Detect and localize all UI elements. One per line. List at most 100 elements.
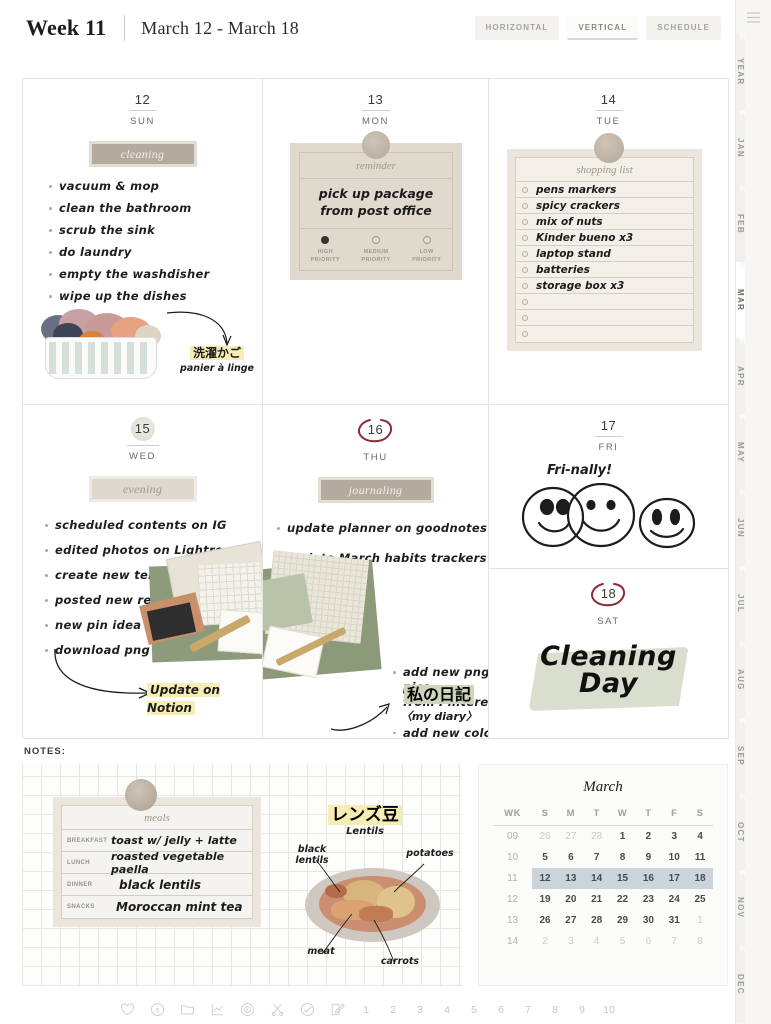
calendar-day[interactable]: 10 [661,847,687,868]
sidebar-item-jun[interactable]: JUN [736,490,745,566]
edit-icon[interactable] [330,1002,345,1017]
list-item[interactable]: laptop stand [516,246,693,262]
list-item-empty[interactable] [516,310,693,326]
calendar-day[interactable]: 12 [532,868,558,889]
calendar-day[interactable]: 15 [609,868,636,889]
checkbox-icon[interactable] [522,298,528,305]
calendar-day[interactable]: 30 [635,910,661,931]
day-cell-saturday[interactable]: 18 SAT Cleaning Day [489,569,729,739]
checkbox-icon[interactable] [522,250,528,257]
list-item-empty[interactable] [516,294,693,310]
radio-dot[interactable] [372,235,380,244]
day-cell-tuesday[interactable]: 14 TUE shopping list pens markers spicy … [489,79,729,405]
calendar-day[interactable]: 7 [584,847,610,868]
folder-icon[interactable] [180,1002,195,1017]
list-item[interactable]: wipe up the dishes [49,289,262,303]
sidebar-item-nov[interactable]: NOV [736,870,745,946]
list-item[interactable]: scheduled contents on IG [45,518,262,532]
category-pill-cleaning[interactable]: cleaning [88,141,197,167]
meals-card[interactable]: meals BREAKFAST toast w/ jelly + latte L… [53,797,261,927]
calendar-day[interactable]: 19 [532,889,558,910]
list-item[interactable]: Kinder bueno x3 [516,230,693,246]
calendar-day[interactable]: 21 [584,889,610,910]
list-item[interactable]: empty the washdisher [49,267,262,281]
day-cell-sunday[interactable]: 12 SUN cleaning vacuum & mop clean the b… [23,79,263,405]
checkbox-icon[interactable] [522,218,528,225]
day-cell-wednesday[interactable]: 15 WED evening scheduled contents on IG … [23,405,263,739]
calendar-day[interactable]: 1 [610,826,636,848]
calendar-day[interactable]: 26 [532,910,558,931]
calendar-day[interactable]: 3 [661,826,687,848]
page-number[interactable]: 10 [603,1004,615,1016]
sidebar-item-may[interactable]: MAY [736,414,745,490]
mini-calendar[interactable]: March WK S M T W T F S 09 26 27 28 1 2 3 [478,764,728,986]
table-row[interactable]: SNACKS Moroccan mint tea [62,896,252,918]
hamburger-icon[interactable] [736,0,771,34]
list-item[interactable]: add new colorpalette [393,726,488,738]
calendar-day[interactable]: 17 [661,868,688,889]
page-number[interactable]: 8 [549,1004,561,1016]
checkbox-icon[interactable] [522,314,528,321]
shopping-list-card[interactable]: shopping list pens markers spicy cracker… [507,149,702,351]
day-cell-thursday[interactable]: 16 THU journaling update planner on good… [263,405,489,739]
sidebar-item-jan[interactable]: JAN [736,110,745,186]
sidebar-item-sep[interactable]: SEP [736,718,745,794]
tab-horizontal[interactable]: HORIZONTAL [474,16,560,40]
target-icon[interactable] [240,1002,255,1017]
page-number[interactable]: 6 [495,1004,507,1016]
day-cell-friday[interactable]: 17 FRI Fri-nally! [489,405,729,569]
page-number[interactable]: 1 [360,1004,372,1016]
table-row[interactable]: 10 5 6 7 8 9 10 11 [493,847,713,868]
list-item[interactable]: pens markers [516,182,693,198]
radio-dot-selected[interactable] [321,235,330,244]
heart-icon[interactable] [120,1002,135,1017]
list-item[interactable]: batteries [516,262,693,278]
priority-option-low[interactable]: LOW PRIORITY [401,235,452,265]
calendar-day[interactable]: 28 [584,826,610,848]
list-item-empty[interactable] [516,326,693,342]
radio-dot[interactable] [422,235,431,244]
sidebar-item-oct[interactable]: OCT [736,794,745,870]
dollar-icon[interactable]: $ [150,1002,165,1017]
check-icon[interactable] [300,1002,315,1017]
checkbox-icon[interactable] [522,202,528,209]
reminder-card[interactable]: reminder pick up package from post office… [290,143,462,281]
list-item[interactable]: storage box x3 [516,278,693,294]
sidebar-item-jul[interactable]: JUL [736,566,745,642]
reminder-body[interactable]: pick up package from post office [300,179,452,229]
table-row-current-week[interactable]: 11 12 13 14 15 16 17 18 [493,868,713,889]
checkbox-icon[interactable] [522,234,528,241]
calendar-day[interactable]: 31 [661,910,687,931]
sidebar-item-dec[interactable]: DEC [736,946,745,1022]
page-number[interactable]: 3 [414,1004,426,1016]
calendar-day[interactable]: 11 [687,847,713,868]
table-row[interactable]: 09 26 27 28 1 2 3 4 [493,826,713,848]
calendar-day[interactable]: 14 [583,868,610,889]
checkbox-icon[interactable] [522,266,528,273]
calendar-day[interactable]: 22 [610,889,636,910]
calendar-day[interactable]: 6 [635,931,661,952]
category-pill-journaling[interactable]: journaling [317,477,434,503]
calendar-day[interactable]: 25 [687,889,713,910]
calendar-day[interactable]: 2 [635,826,661,848]
page-number[interactable]: 2 [387,1004,399,1016]
calendar-day[interactable]: 5 [610,931,636,952]
list-item[interactable]: update planner on goodnotes [277,521,488,535]
day-cell-monday[interactable]: 13 MON reminder pick up package from post… [263,79,489,405]
table-row[interactable]: LUNCH roasted vegetable paella [62,850,252,876]
sidebar-item-feb[interactable]: FEB [736,186,745,262]
table-row[interactable]: DINNER black lentils [62,874,252,896]
calendar-day[interactable]: 13 [557,868,584,889]
category-pill-evening[interactable]: evening [88,476,197,502]
calendar-day[interactable]: 9 [635,847,661,868]
priority-option-medium[interactable]: MEDIUM PRIORITY [351,235,402,265]
calendar-day[interactable]: 7 [661,931,687,952]
calendar-day[interactable]: 16 [635,868,662,889]
calendar-day[interactable]: 2 [532,931,558,952]
calendar-day[interactable]: 8 [610,847,636,868]
checkbox-icon[interactable] [522,282,528,289]
page-number[interactable]: 7 [522,1004,534,1016]
calendar-day[interactable]: 4 [687,826,713,848]
calendar-day[interactable]: 23 [635,889,661,910]
page-number[interactable]: 4 [441,1004,453,1016]
